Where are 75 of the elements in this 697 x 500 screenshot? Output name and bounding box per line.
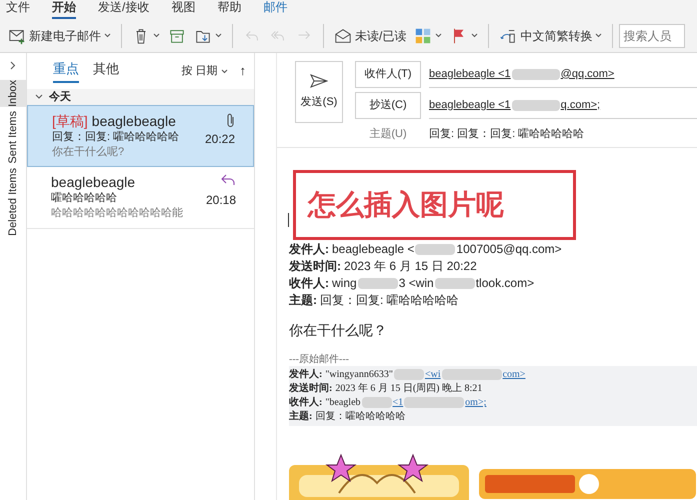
envelope-open-icon	[334, 26, 352, 44]
recipient-field[interactable]: beaglebeagle <1 @qq.com>	[429, 61, 697, 88]
list-tab[interactable]: 其他	[93, 59, 119, 83]
message-subject: 回复：回复: 嚯哈哈哈哈哈	[52, 130, 180, 145]
redaction-blur	[394, 369, 424, 380]
header-label: 收件人:	[289, 276, 329, 290]
redaction-blur	[358, 278, 398, 290]
header-label: 发件人:	[289, 242, 329, 256]
send-icon	[310, 74, 328, 88]
header-label: 主题:	[289, 411, 312, 422]
folder-tab[interactable]: Inbox	[0, 80, 26, 107]
header-value: 1007005@qq.com>	[456, 242, 562, 256]
recipient-button[interactable]: 收件人(T)	[355, 61, 421, 88]
menu-tab[interactable]: 视图	[171, 0, 196, 19]
email-link[interactable]: <1	[392, 397, 404, 408]
annotation-callout: 怎么插入图片呢	[293, 170, 576, 240]
message-preview: 哈哈哈哈哈哈哈哈哈哈哈能	[51, 206, 184, 221]
draft-label: [草稿]	[52, 112, 88, 130]
menu-tab[interactable]: 帮助	[217, 0, 242, 19]
header-label: 发送时间:	[289, 259, 341, 273]
email-link[interactable]: <wi	[424, 369, 441, 380]
message-item[interactable]: [草稿] beaglebeagle 回复：回复: 嚯哈哈哈哈哈 你在干什么呢? 20:22	[27, 105, 254, 167]
header-value: tlook.com>	[476, 276, 534, 290]
message-preview: 你在干什么呢?	[52, 145, 126, 160]
subject-label: 主题(U)	[368, 126, 408, 142]
redaction-blur	[362, 397, 392, 408]
redaction-blur	[404, 397, 464, 408]
header-value: 2023 年 6 月 15 日(周四) 晚上 8:21	[335, 383, 482, 394]
toolbar-button[interactable]: 新建电子邮件	[4, 22, 115, 50]
quote-separator: ---原始邮件---	[289, 354, 350, 366]
group-header: 今天	[49, 90, 71, 105]
send-button[interactable]: 发送(S)	[295, 61, 343, 123]
header-label: 主题:	[289, 293, 317, 307]
header-value: "beagleb	[325, 397, 361, 408]
subject-field[interactable]: 回复: 回复：回复: 嚯哈哈哈哈哈	[429, 126, 584, 142]
header-value: 2023 年 6 月 15 日 20:22	[344, 259, 477, 273]
chevron-icon[interactable]	[35, 94, 43, 100]
message-time: 20:18	[206, 192, 236, 209]
body-text: 你在干什么呢？	[289, 323, 388, 340]
recipient-field[interactable]: beaglebeagle <1 q.com>;	[429, 92, 697, 119]
redaction-blur	[434, 278, 475, 290]
header-value: 回复：嚯哈哈哈哈哈	[315, 411, 406, 422]
menu-tab[interactable]: 邮件	[263, 0, 288, 19]
header-label: 发件人:	[289, 369, 322, 380]
header-value: "wingyann6633"	[325, 369, 393, 380]
categories-icon	[414, 26, 432, 44]
caret-icon	[220, 68, 228, 74]
toolbar-button[interactable]: 中文简繁转换	[495, 22, 606, 50]
email-link[interactable]: om>;	[465, 397, 486, 408]
text-cursor	[288, 213, 289, 227]
header-value: 回复：回复: 嚯哈哈哈哈哈	[320, 293, 459, 307]
folder-tab[interactable]: Sent Items	[0, 110, 26, 164]
email-link[interactable]: com>	[502, 369, 526, 380]
menu-tab[interactable]: 发送/接收	[98, 0, 150, 19]
expand-button[interactable]	[10, 61, 16, 70]
header-value: beaglebeagle <	[332, 242, 414, 256]
recipient-button[interactable]: 抄送(C)	[355, 92, 421, 119]
folder-tab[interactable]: Deleted Items	[0, 168, 26, 236]
sort-menu[interactable]: 按 日期	[181, 62, 228, 80]
sender-name: beaglebeagle	[92, 112, 176, 130]
header-label: 发送时间:	[289, 383, 332, 394]
header-value: wing	[332, 276, 357, 290]
redaction-blur	[415, 244, 456, 256]
message-time: 20:22	[204, 131, 235, 148]
toolbar-button[interactable]: 未读/已读	[330, 22, 410, 50]
search-field[interactable]: 搜索人员	[619, 24, 686, 48]
header-label: 收件人:	[289, 397, 322, 408]
menu-tab[interactable]: 文件	[6, 0, 30, 19]
message-subject: 嚯哈哈哈哈哈	[51, 191, 118, 206]
sort-direction-button[interactable]: ↑	[240, 61, 246, 81]
redaction-blur	[442, 369, 502, 380]
list-tab[interactable]: 重点	[53, 59, 79, 83]
message-item[interactable]: beaglebeagle 嚯哈哈哈哈哈 哈哈哈哈哈哈哈哈哈哈哈能 20:18	[27, 167, 254, 229]
header-value: 3 <win	[398, 276, 434, 290]
sender-name: beaglebeagle	[51, 173, 136, 191]
